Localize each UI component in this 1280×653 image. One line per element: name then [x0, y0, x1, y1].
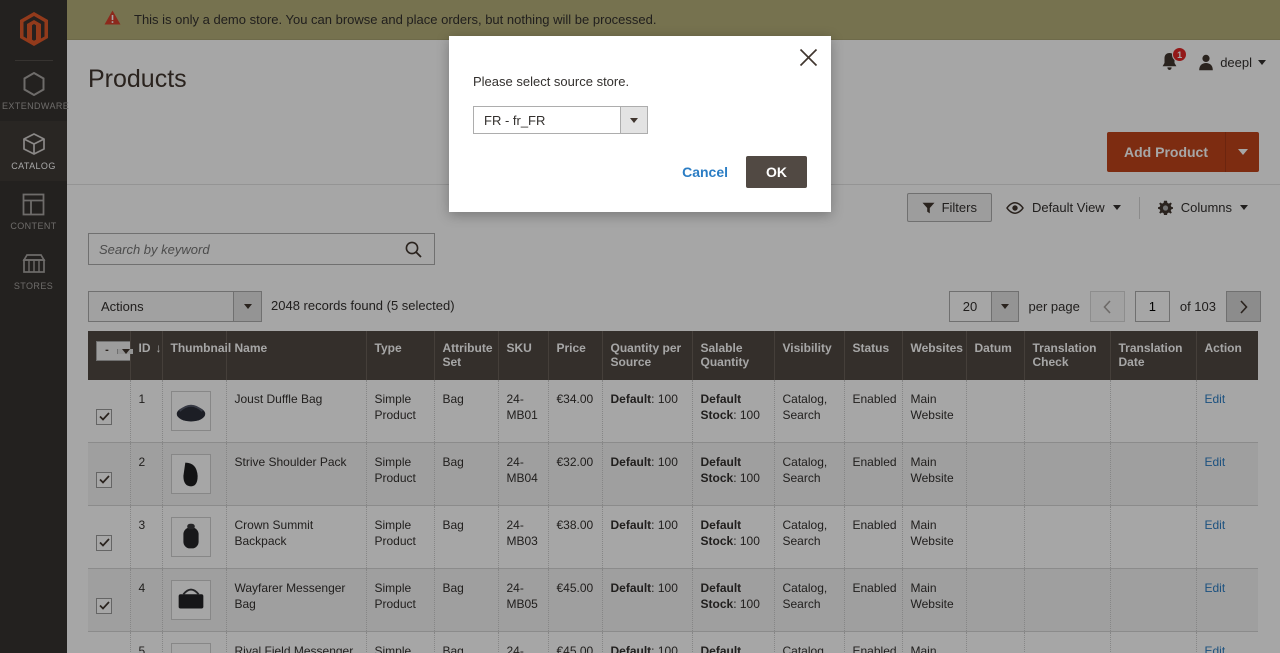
source-store-select[interactable]: FR - fr_FR — [473, 106, 648, 134]
modal-message: Please select source store. — [473, 74, 630, 89]
source-store-value: FR - fr_FR — [474, 107, 620, 133]
source-store-dropdown-toggle[interactable] — [620, 107, 647, 133]
modal-footer: Cancel OK — [449, 134, 831, 212]
ok-button[interactable]: OK — [746, 156, 807, 188]
close-icon — [799, 48, 817, 66]
chevron-down-icon — [630, 117, 638, 123]
cancel-button[interactable]: Cancel — [682, 164, 728, 180]
close-modal-button[interactable] — [794, 43, 822, 71]
screen-root: EXTENDWARE CATALOG CONTENT STORES This i… — [0, 0, 1280, 653]
source-store-modal: Please select source store. FR - fr_FR C… — [449, 36, 831, 212]
modal-body: Please select source store. FR - fr_FR — [449, 36, 831, 134]
